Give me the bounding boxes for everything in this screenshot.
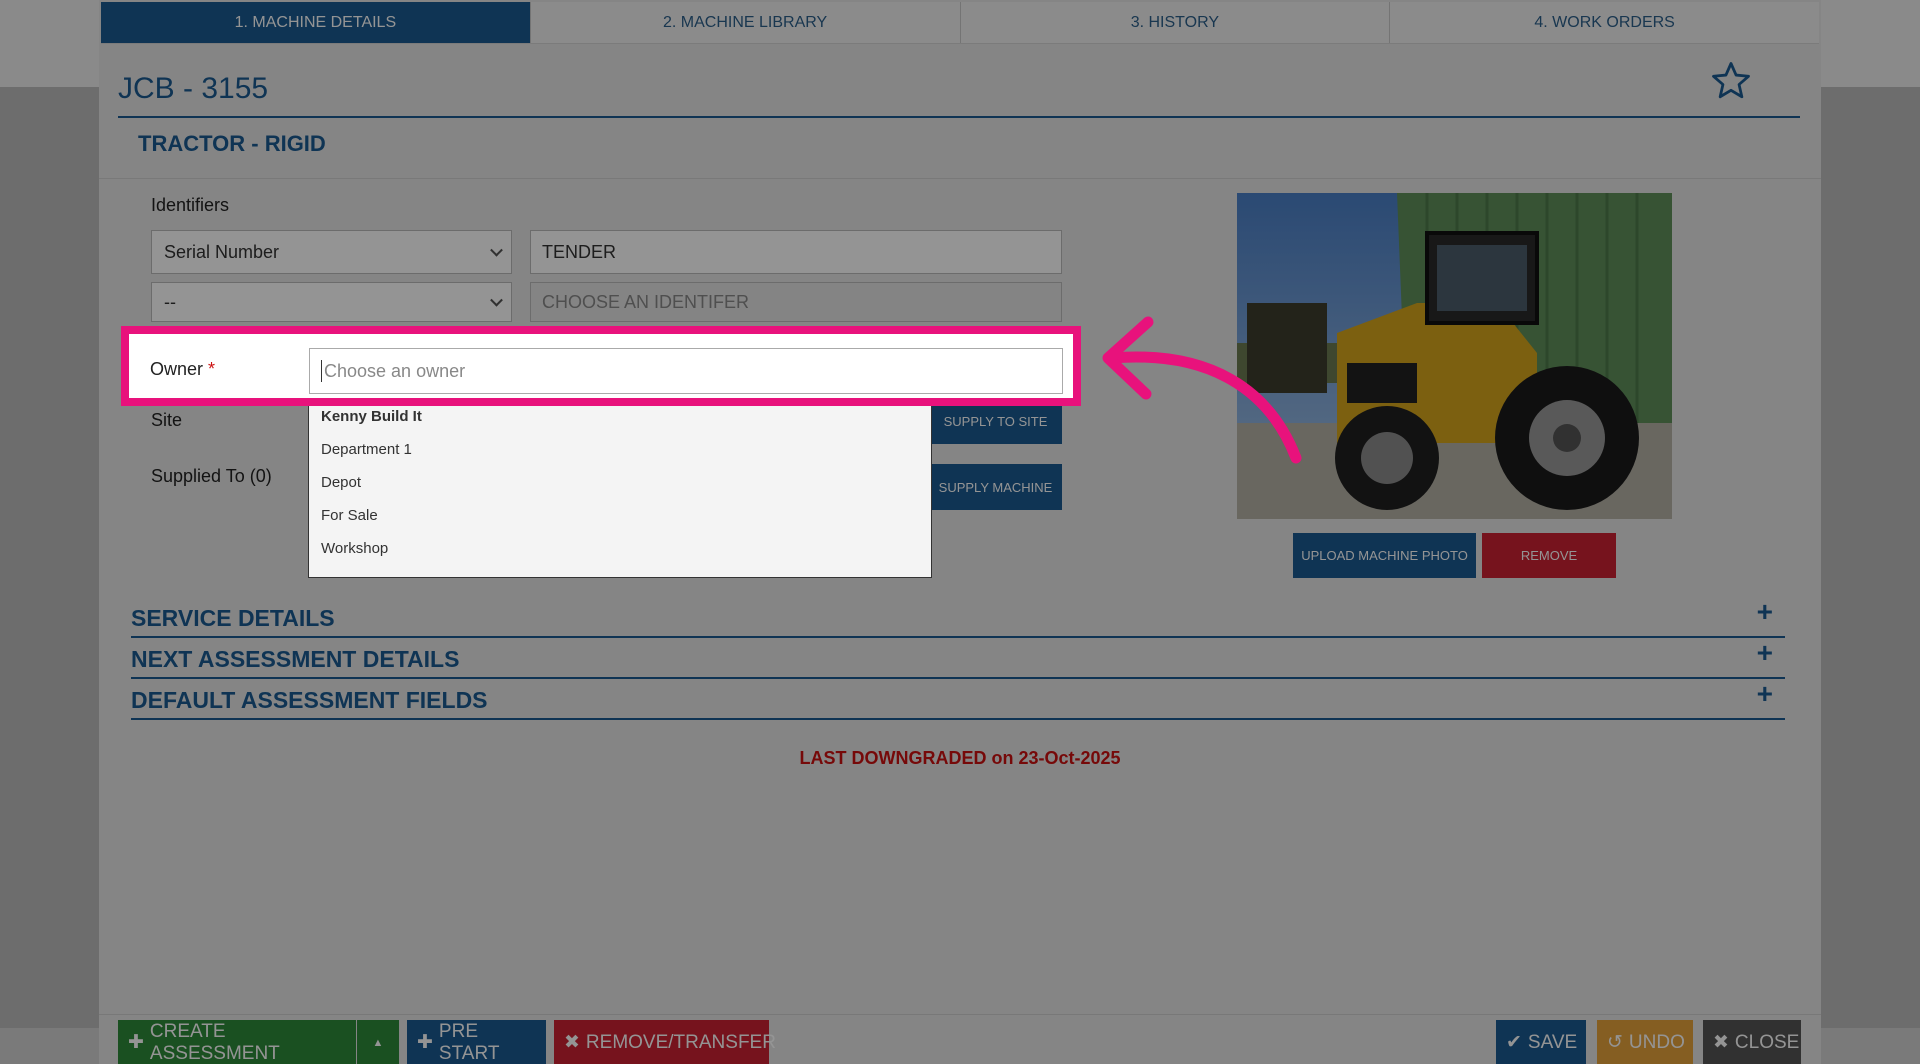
undo-button[interactable]: ↺ UNDO	[1597, 1020, 1693, 1064]
create-assessment-label: CREATE ASSESSMENT	[149, 1020, 280, 1064]
owner-dropdown-list: Kenny Build It Department 1 Depot For Sa…	[308, 388, 932, 578]
plus-icon[interactable]: +	[1757, 639, 1773, 667]
identifiers-label: Identifiers	[151, 195, 230, 215]
section-default-assessment[interactable]: DEFAULT ASSESSMENT FIELDS +	[131, 680, 1785, 720]
text-cursor	[321, 360, 322, 382]
owner-placeholder: Choose an owner	[324, 360, 466, 381]
plus-icon[interactable]: +	[1757, 598, 1773, 626]
owner-option[interactable]: Workshop	[321, 540, 388, 557]
upload-photo-button[interactable]: UPLOAD MACHINE PHOTO	[1293, 533, 1476, 578]
owner-highlight-box: Owner * Choose an owner	[121, 326, 1081, 406]
owner-input[interactable]: Choose an owner	[309, 348, 1063, 394]
close-icon: ✖	[1713, 1032, 1729, 1053]
pre-start-label: PRE START	[438, 1020, 500, 1064]
chevron-down-icon	[490, 293, 503, 307]
close-label: CLOSE	[1734, 1031, 1800, 1053]
section-title: NEXT ASSESSMENT DETAILS	[131, 646, 460, 672]
close-button[interactable]: ✖ CLOSE	[1703, 1020, 1801, 1064]
identifier-placeholder: CHOOSE AN IDENTIFER	[542, 291, 750, 312]
required-mark: *	[208, 359, 216, 379]
title-divider	[118, 116, 1800, 118]
caret-up-icon: ▲	[372, 1036, 384, 1049]
machine-title: JCB - 3155	[118, 72, 269, 105]
owner-label-text: Owner	[150, 359, 204, 379]
type-divider	[99, 178, 1821, 179]
section-next-assessment[interactable]: NEXT ASSESSMENT DETAILS +	[131, 639, 1785, 679]
identifier-type-value: Serial Number	[164, 241, 280, 262]
close-icon: ✖	[564, 1032, 580, 1053]
owner-label: Owner *	[150, 359, 215, 380]
modal-footer: ✚ CREATE ASSESSMENT ▲ ✚ PRE START ✖ REMO…	[99, 1014, 1821, 1064]
owner-option[interactable]: Kenny Build It	[321, 408, 422, 425]
owner-option[interactable]: Department 1	[321, 441, 412, 458]
save-button[interactable]: ✔ SAVE	[1496, 1020, 1586, 1064]
annotation-arrow-icon	[1102, 316, 1302, 464]
tab-machine-library[interactable]: 2. MACHINE LIBRARY	[531, 2, 961, 43]
star-icon[interactable]	[1709, 60, 1753, 102]
identifier-value: TENDER	[542, 241, 617, 262]
site-label: Site	[151, 410, 183, 430]
chevron-down-icon	[490, 243, 503, 257]
check-icon: ✔	[1506, 1032, 1522, 1053]
section-title: SERVICE DETAILS	[131, 605, 335, 631]
create-assessment-button[interactable]: ✚ CREATE ASSESSMENT	[118, 1020, 356, 1064]
supply-machine-button[interactable]: SUPPLY MACHINE	[929, 464, 1062, 510]
save-label: SAVE	[1527, 1031, 1578, 1053]
section-title: DEFAULT ASSESSMENT FIELDS	[131, 687, 488, 713]
create-assessment-dropdown[interactable]: ▲	[357, 1020, 399, 1064]
plus-icon: ✚	[128, 1032, 144, 1053]
identifier-value-input[interactable]: TENDER	[530, 230, 1062, 274]
remove-transfer-label: REMOVE/TRANSFER	[585, 1031, 776, 1053]
plus-icon[interactable]: +	[1757, 680, 1773, 708]
section-service-details[interactable]: SERVICE DETAILS +	[131, 598, 1785, 638]
owner-option[interactable]: Depot	[321, 474, 361, 491]
remove-transfer-button[interactable]: ✖ REMOVE/TRANSFER	[554, 1020, 776, 1064]
tab-history[interactable]: 3. HISTORY	[961, 2, 1391, 43]
undo-icon: ↺	[1607, 1032, 1623, 1053]
identifier-value-input-2[interactable]: CHOOSE AN IDENTIFER	[530, 282, 1062, 322]
tab-work-orders[interactable]: 4. WORK ORDERS	[1390, 2, 1819, 43]
owner-option[interactable]: For Sale	[321, 507, 378, 524]
supplied-to-label: Supplied To (0)	[151, 466, 272, 486]
pre-start-button[interactable]: ✚ PRE START	[407, 1020, 546, 1064]
undo-label: UNDO	[1628, 1031, 1685, 1053]
identifier-type-select[interactable]: Serial Number	[151, 230, 512, 274]
last-downgraded-notice: LAST DOWNGRADED on 23-Oct-2025	[799, 748, 1121, 768]
remove-photo-button[interactable]: REMOVE	[1482, 533, 1616, 578]
tab-machine-details[interactable]: 1. MACHINE DETAILS	[101, 2, 531, 43]
tab-bar: 1. MACHINE DETAILS 2. MACHINE LIBRARY 3.…	[101, 2, 1819, 44]
identifier-type-select-2[interactable]: --	[151, 282, 512, 322]
plus-icon: ✚	[417, 1032, 433, 1053]
machine-type: TRACTOR - RIGID	[138, 131, 326, 156]
identifier-type-value-2: --	[164, 291, 176, 312]
